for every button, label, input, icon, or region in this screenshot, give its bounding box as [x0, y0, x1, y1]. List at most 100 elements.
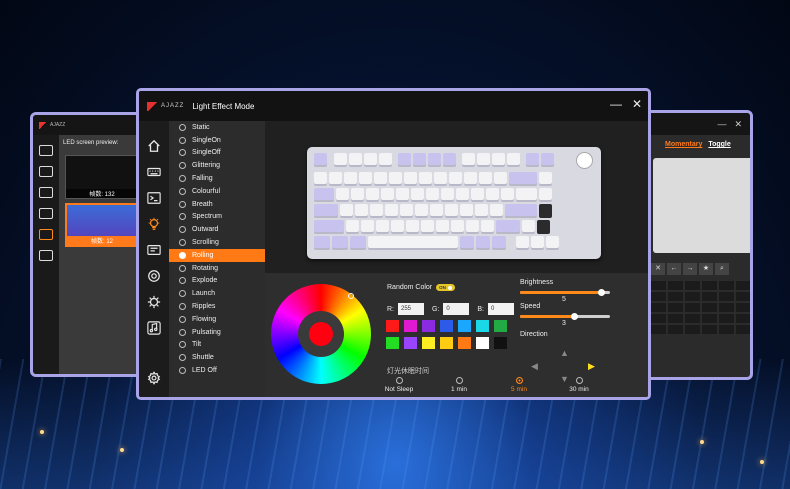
effect-item[interactable]: Static [169, 121, 265, 134]
light-bulb-icon[interactable] [139, 211, 169, 237]
color-swatch[interactable] [476, 320, 489, 332]
arrow-down-icon[interactable]: ▼ [560, 375, 569, 384]
tab-momentary[interactable]: Momentary [665, 141, 702, 148]
effect-item[interactable]: Launch [169, 287, 265, 300]
home-icon[interactable] [39, 145, 53, 156]
grid-key[interactable] [668, 292, 683, 301]
grid-key[interactable] [719, 314, 734, 323]
arrow-right-icon[interactable]: → [683, 263, 697, 275]
grid-key[interactable] [702, 325, 717, 334]
effect-item[interactable]: Spectrum [169, 211, 265, 224]
star-icon[interactable]: ★ [699, 263, 713, 275]
color-swatch[interactable] [422, 337, 435, 349]
color-swatch[interactable] [440, 337, 453, 349]
effect-item-selected[interactable]: Rolling [169, 248, 265, 262]
grid-key[interactable] [702, 314, 717, 323]
color-swatch[interactable] [386, 337, 399, 349]
color-swatch[interactable] [404, 320, 417, 332]
grid-key[interactable] [685, 325, 700, 334]
effect-item[interactable]: LED Off [169, 364, 265, 377]
effect-item[interactable]: Tilt [169, 339, 265, 352]
settings-gear-icon[interactable] [39, 250, 53, 261]
arrow-right-icon[interactable]: ▶ [588, 362, 595, 371]
color-swatch[interactable] [386, 320, 399, 332]
tab-toggle[interactable]: Toggle [708, 141, 730, 148]
grid-key[interactable] [685, 314, 700, 323]
keyboard-icon[interactable] [139, 159, 169, 185]
light-bulb-icon[interactable] [39, 208, 53, 219]
minimize-button[interactable]: — [717, 119, 726, 129]
grid-key[interactable] [702, 292, 717, 301]
music-icon[interactable] [139, 315, 169, 341]
sleep-option[interactable]: Not Sleep [369, 377, 429, 393]
grid-key[interactable] [685, 281, 700, 290]
grid-key[interactable] [685, 303, 700, 312]
g-input[interactable]: 0 [443, 303, 470, 315]
virus-icon[interactable] [139, 289, 169, 315]
grid-key[interactable] [651, 325, 666, 334]
grid-key[interactable] [668, 314, 683, 323]
grid-key[interactable] [685, 292, 700, 301]
effect-item[interactable]: SingleOn [169, 134, 265, 147]
color-swatch[interactable] [458, 320, 471, 332]
delete-icon[interactable]: ✕ [651, 263, 665, 275]
volume-knob[interactable] [576, 152, 593, 169]
effect-item[interactable]: Pulsating [169, 326, 265, 339]
effect-item[interactable]: Rotating [169, 262, 265, 275]
minimize-button[interactable]: — [610, 98, 622, 110]
terminal-icon[interactable] [139, 185, 169, 211]
color-swatch[interactable] [476, 337, 489, 349]
slider-thumb[interactable] [597, 288, 605, 296]
grid-key[interactable] [668, 303, 683, 312]
settings-gear-icon[interactable] [139, 263, 169, 289]
grid-key[interactable] [651, 303, 666, 312]
lcd-icon[interactable] [39, 229, 53, 240]
close-button[interactable]: ✕ [734, 119, 742, 130]
lcd-icon[interactable] [139, 237, 169, 263]
keyboard-icon[interactable] [39, 166, 53, 177]
effect-item[interactable]: SingleOff [169, 147, 265, 160]
grid-key[interactable] [719, 281, 734, 290]
effect-item[interactable]: Outward [169, 223, 265, 236]
color-swatch[interactable] [494, 337, 507, 349]
color-wheel[interactable] [271, 284, 371, 384]
arrow-left-icon[interactable]: ← [667, 263, 681, 275]
effect-item[interactable]: Falling [169, 172, 265, 185]
grid-key[interactable] [651, 292, 666, 301]
color-swatch[interactable] [494, 320, 507, 332]
effect-item[interactable]: Glittering [169, 159, 265, 172]
sleep-option[interactable]: 1 min [429, 377, 489, 393]
color-swatch[interactable] [404, 337, 417, 349]
b-input[interactable]: 0 [488, 303, 515, 315]
effect-item[interactable]: Ripples [169, 300, 265, 313]
grid-key[interactable] [736, 314, 750, 323]
grid-key[interactable] [736, 281, 750, 290]
grid-key[interactable] [668, 325, 683, 334]
arrow-left-icon[interactable]: ◀ [531, 362, 538, 371]
arrow-up-icon[interactable]: ▲ [560, 349, 569, 358]
lcd-thumbnail[interactable]: 帧数: 132 [65, 155, 139, 199]
effect-item[interactable]: Scrolling [169, 236, 265, 249]
slider-thumb[interactable] [570, 312, 578, 320]
close-button[interactable]: ✕ [632, 98, 642, 110]
grid-key[interactable] [736, 303, 750, 312]
random-color-toggle[interactable]: ON [436, 284, 455, 291]
grid-key[interactable] [719, 303, 734, 312]
grid-key[interactable] [719, 292, 734, 301]
color-swatch[interactable] [458, 337, 471, 349]
speed-slider[interactable] [520, 312, 610, 320]
home-icon[interactable] [139, 133, 169, 159]
grid-key[interactable] [736, 292, 750, 301]
effect-item[interactable]: Flowing [169, 313, 265, 326]
terminal-icon[interactable] [39, 187, 53, 198]
r-input[interactable]: 255 [398, 303, 424, 315]
grid-key[interactable] [702, 303, 717, 312]
search-icon[interactable]: ⌕ [715, 263, 729, 275]
grid-key[interactable] [736, 325, 750, 334]
color-wheel-handle[interactable] [348, 293, 354, 299]
keyboard-preview[interactable] [653, 158, 750, 253]
grid-key[interactable] [702, 281, 717, 290]
keyboard-preview[interactable] [307, 147, 601, 259]
effect-item[interactable]: Explode [169, 275, 265, 288]
effect-item[interactable]: Colourful [169, 185, 265, 198]
